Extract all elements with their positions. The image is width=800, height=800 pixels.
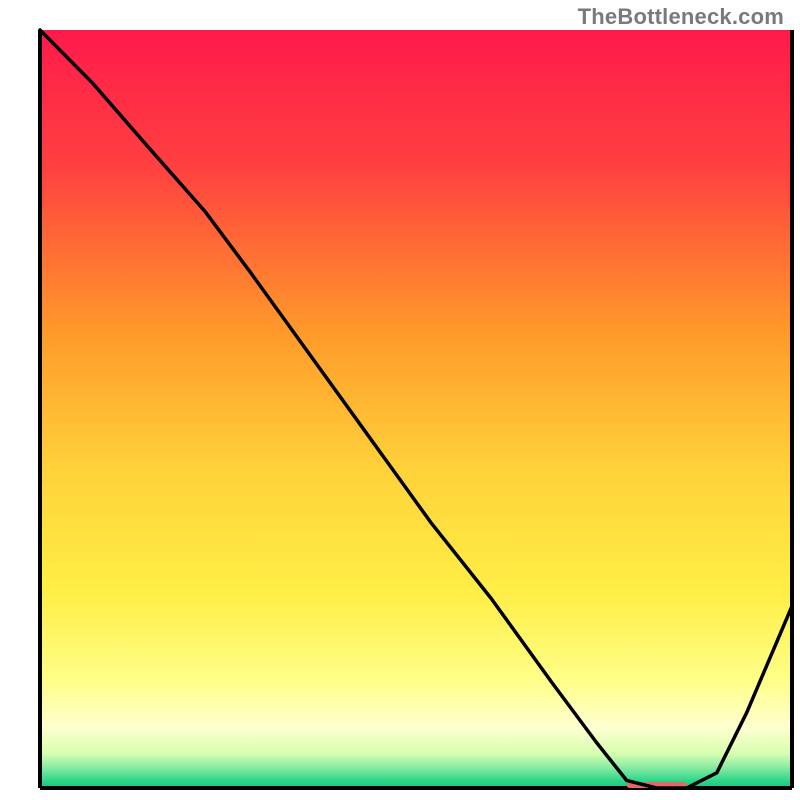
bottleneck-chart (0, 0, 800, 800)
attribution-text: TheBottleneck.com (578, 4, 784, 30)
plot-background (40, 30, 792, 788)
chart-container: TheBottleneck.com (0, 0, 800, 800)
